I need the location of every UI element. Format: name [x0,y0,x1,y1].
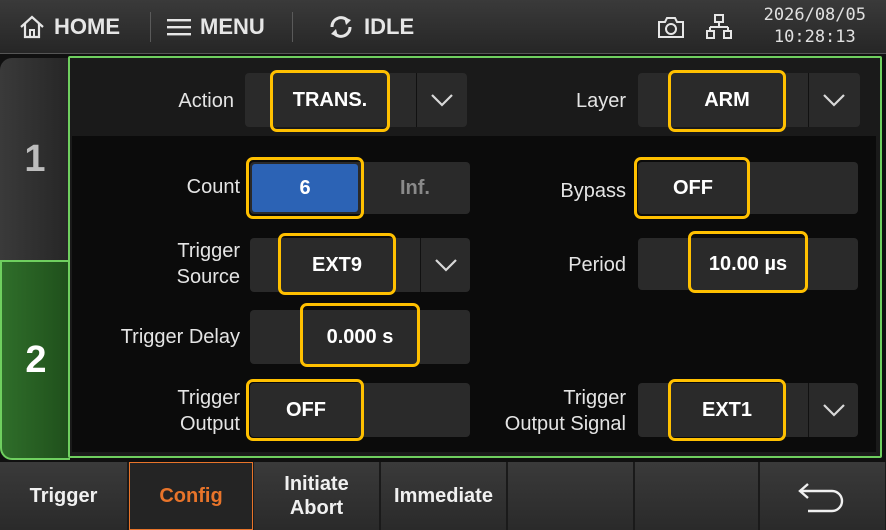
layer-dropdown-arrow[interactable] [809,73,859,127]
trigger-output-signal-label-line1: Trigger [563,387,626,409]
softkey-immediate-label: Immediate [394,485,493,507]
layer-highlight [668,70,786,132]
period-label: Period [568,254,626,276]
softkey-empty-5[interactable] [508,462,634,530]
action-dropdown-arrow[interactable] [417,73,467,127]
top-bar: HOME MENU IDLE 2026/08/05 10:28:13 [0,0,886,54]
chevron-down-icon [431,94,453,107]
camera-icon [658,17,684,38]
trigger-output-signal-highlight [668,379,786,441]
trigger-output-label-line1: Trigger [177,387,240,409]
network-icon [706,14,732,39]
network-status[interactable] [706,0,740,54]
softkey-initiate-abort[interactable]: Initiate Abort [254,462,380,530]
status-label: IDLE [364,14,415,39]
softkey-trigger-label: Trigger [29,485,98,507]
clock-date: 2026/08/05 [763,5,866,25]
layer-label: Layer [575,90,626,112]
softkey-initiate-line1: Initiate [284,473,349,495]
back-arrow-icon [797,483,843,513]
trigger-output-signal-dropdown-arrow[interactable] [809,383,859,437]
bypass-highlight [634,157,750,219]
home-label: HOME [54,14,120,39]
idle-sync-icon [330,16,352,38]
softkey-bar: Trigger Config Initiate Abort Immediate [0,462,886,530]
menu-icon [167,19,191,36]
home-button[interactable]: HOME [18,0,120,54]
menu-button[interactable]: MENU [166,0,265,54]
channel-tab-2[interactable]: 2 [0,260,70,460]
softkey-immediate[interactable]: Immediate [381,462,507,530]
channel-tab-1[interactable]: 1 [0,58,70,260]
menu-label: MENU [200,14,265,39]
chevron-down-icon [435,259,457,272]
trigger-output-highlight [246,379,364,441]
count-label: Count [186,176,240,198]
clock: 2026/08/05 10:28:13 [764,4,866,48]
trigger-output-label-line2: Output [179,413,240,435]
trigger-delay-label: Trigger Delay [120,326,240,348]
softkey-config[interactable]: Config [129,462,253,530]
softkey-config-label: Config [159,485,223,507]
channel-tab-2-label: 2 [25,338,47,381]
trigger-output-signal-label-line2: Output Signal [504,413,626,435]
count-highlight [246,157,364,219]
softkey-empty-6[interactable] [635,462,759,530]
trigger-output-signal-label: Trigger Output Signal [470,385,626,437]
trigger-source-dropdown-arrow[interactable] [421,238,471,292]
trigger-source-highlight [278,233,396,295]
channel-tab-1-label: 1 [24,137,46,180]
trigger-output-label: Trigger Output [110,385,240,437]
screenshot-button[interactable] [656,0,694,54]
chevron-down-icon [823,404,845,417]
trigger-source-label-line1: Trigger [177,240,240,262]
clock-time: 10:28:13 [773,27,856,47]
bypass-label: Bypass [560,180,626,202]
softkey-initiate-label: Initiate Abort [284,472,348,520]
topbar-divider [150,12,151,42]
status-indicator: IDLE [326,0,414,54]
trigger-source-label-line2: Source [176,266,240,288]
count-infinite-option[interactable]: Inf. [360,164,470,212]
topbar-divider [292,12,293,42]
softkey-initiate-line2: Abort [289,497,344,519]
softkey-trigger[interactable]: Trigger [0,462,128,530]
period-highlight [688,231,808,293]
back-button[interactable] [760,462,886,530]
action-highlight [270,70,390,132]
home-icon [20,15,44,39]
trigger-source-label: Trigger Source [110,238,240,290]
chevron-down-icon [823,94,845,107]
action-label: Action [178,90,234,112]
trigger-delay-highlight [300,303,420,367]
